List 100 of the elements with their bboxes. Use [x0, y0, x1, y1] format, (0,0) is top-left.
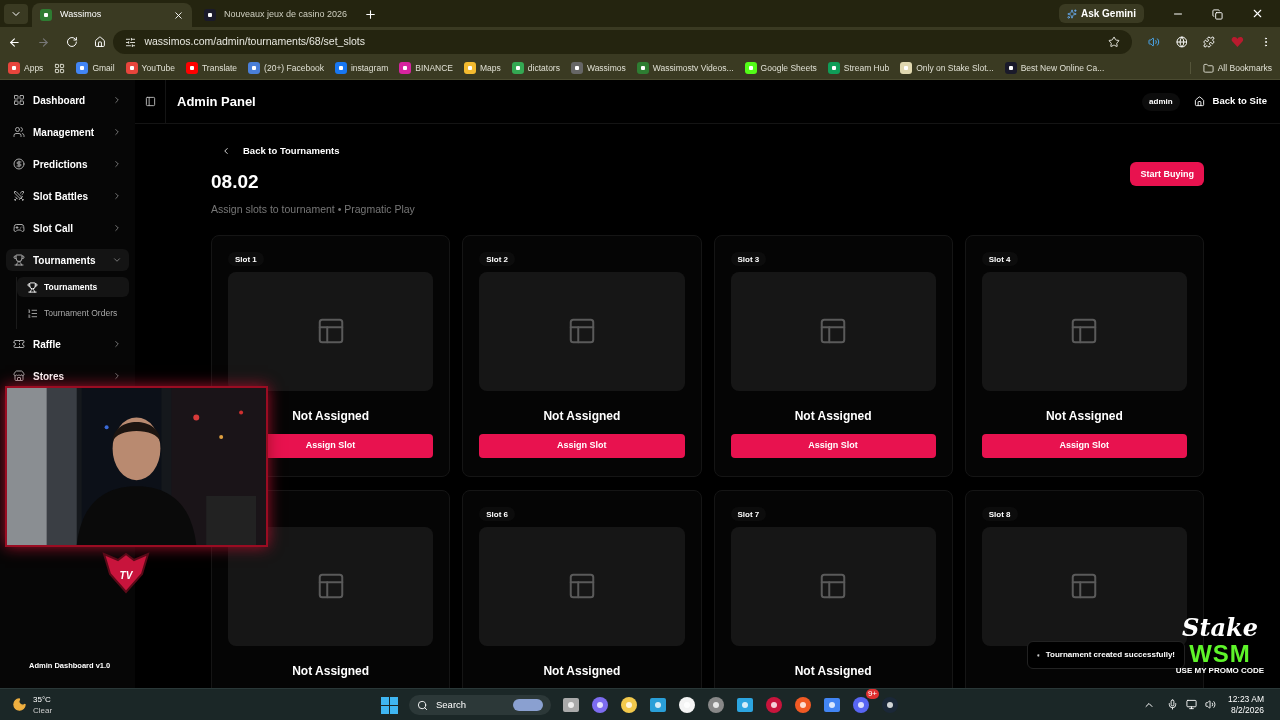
taskbar-app-icon[interactable]: [707, 696, 725, 714]
slot-label: Slot 2: [479, 251, 516, 266]
bookmark[interactable]: Wassimos: [586, 61, 626, 75]
sidebar-subitem[interactable]: Tournaments: [17, 277, 129, 297]
sparkle-icon: [1066, 8, 1077, 19]
back-icon[interactable]: [8, 35, 21, 49]
browser-tab[interactable]: Wassimos: [32, 3, 192, 27]
chevron-right-icon: [112, 223, 122, 233]
weather-condition: Clear: [33, 704, 53, 716]
back-link[interactable]: Back to Tournaments: [221, 144, 340, 159]
bookmark[interactable]: Google Sheets: [760, 61, 817, 75]
taskbar-app-icon[interactable]: [562, 696, 580, 714]
close-icon[interactable]: [1251, 7, 1264, 20]
address-bar[interactable]: wassimos.com/admin/tournaments/68/set_slots: [113, 30, 1132, 54]
taskbar-app-icon[interactable]: [649, 696, 667, 714]
taskbar-app-icon[interactable]: [591, 696, 609, 714]
bookmark[interactable]: Apps: [24, 61, 44, 75]
back-to-site-link[interactable]: Back to Site: [1193, 94, 1267, 109]
page-title: Admin Panel: [177, 92, 257, 111]
home-icon[interactable]: [93, 36, 106, 48]
coin-icon: [13, 158, 25, 170]
home-icon: [1193, 96, 1205, 107]
bookmark[interactable]: Stream Hub: [843, 61, 890, 75]
assign-slot-button[interactable]: Assign Slot: [479, 433, 685, 458]
bookmark[interactable]: Translate: [202, 61, 238, 75]
tab-list-button[interactable]: [4, 4, 28, 24]
taskbar-app-icon[interactable]: [823, 696, 841, 714]
ticket-icon: [13, 338, 25, 350]
sidebar-subitem[interactable]: Tournament Orders: [17, 303, 129, 323]
slot-status: Not Assigned: [543, 407, 621, 421]
taskbar-search-field[interactable]: Search: [409, 695, 551, 715]
speaker-icon[interactable]: [1205, 699, 1217, 710]
bookmark[interactable]: YouTube: [141, 61, 175, 75]
start-buying-button[interactable]: Start Buying: [1130, 162, 1204, 187]
clock-time: 12:23 AM: [1228, 693, 1264, 705]
taskbar-app-icon[interactable]: [852, 696, 870, 714]
extensions-icon[interactable]: [1203, 36, 1216, 48]
favicon-icon: [40, 9, 52, 21]
swords-icon: [13, 190, 25, 202]
slot-label: Slot 3: [730, 251, 767, 266]
folder-icon[interactable]: [1202, 62, 1214, 74]
bookmark[interactable]: BINANCE: [415, 61, 453, 75]
slot-label: Slot 1: [228, 251, 264, 266]
assign-slot-button[interactable]: Assign Slot: [981, 433, 1187, 458]
site-settings-icon[interactable]: [125, 36, 137, 48]
close-icon[interactable]: [173, 9, 184, 21]
all-bookmarks[interactable]: All Bookmarks: [1217, 61, 1272, 75]
globe-icon[interactable]: [1175, 36, 1188, 48]
slot-label: Slot 7: [730, 506, 767, 521]
bookmark[interactable]: Wassimostv Videos...: [652, 61, 734, 75]
grid-icon[interactable]: [54, 62, 66, 74]
network-icon[interactable]: [1186, 699, 1198, 710]
sound-icon[interactable]: [1147, 36, 1160, 48]
favicon-icon: [76, 62, 89, 74]
sidebar-item[interactable]: Management: [6, 121, 129, 143]
favicon-icon: [125, 62, 138, 74]
bookmark[interactable]: instagram: [350, 61, 389, 75]
sidebar-item[interactable]: Dashboard: [6, 89, 129, 111]
reload-icon[interactable]: [65, 36, 78, 48]
url-text: wassimos.com/admin/tournaments/68/set_slots: [144, 34, 366, 50]
taskbar-app-icon[interactable]: [620, 696, 638, 714]
sidebar-item[interactable]: Slot Battles: [6, 185, 129, 207]
slot-status: Not Assigned: [543, 662, 621, 676]
chevron-down-icon: [112, 255, 122, 265]
store-icon: [13, 370, 25, 382]
moon-icon: [12, 697, 27, 712]
sidebar-toggle-icon[interactable]: [144, 96, 156, 107]
restore-icon[interactable]: [1212, 9, 1223, 20]
taskbar-app-icon[interactable]: [678, 696, 696, 714]
list-icon: [27, 307, 38, 319]
slot-label: Slot 8: [981, 506, 1018, 521]
sidebar-item[interactable]: Stores: [6, 365, 129, 387]
taskbar-app-icon[interactable]: [736, 696, 754, 714]
slot-status: Not Assigned: [794, 407, 872, 421]
microphone-icon[interactable]: [1167, 699, 1179, 710]
sidebar-item[interactable]: Tournaments: [6, 249, 129, 271]
bookmark[interactable]: dictators: [527, 61, 560, 75]
assign-slot-button[interactable]: Assign Slot: [730, 433, 936, 458]
favicon-icon: [186, 62, 198, 74]
bookmark[interactable]: Maps: [480, 61, 501, 75]
promo-code-text: WSM: [1189, 642, 1251, 666]
ask-gemini-button[interactable]: Ask Gemini: [1058, 4, 1144, 23]
forward-icon[interactable]: [36, 35, 50, 49]
taskbar-app-icon[interactable]: [765, 696, 783, 714]
toast-message: Tournament created successfully!: [1045, 649, 1175, 661]
chevron-right-icon: [112, 95, 122, 105]
bookmark[interactable]: (20+) Facebook: [264, 61, 324, 75]
chevron-right-icon: [112, 159, 122, 169]
bookmark[interactable]: Only on Stake Slot...: [916, 61, 994, 75]
sidebar-item[interactable]: Slot Call: [6, 217, 129, 239]
star-icon[interactable]: [1107, 36, 1120, 48]
bookmark[interactable]: Best New Online Ca...: [1020, 61, 1105, 75]
new-tab-icon[interactable]: [364, 8, 377, 21]
bookmark[interactable]: Gmail: [92, 61, 115, 75]
favicon-icon: [570, 62, 583, 74]
sidebar-item[interactable]: Predictions: [6, 153, 129, 175]
taskbar-app-icon[interactable]: [881, 696, 899, 714]
windows-logo-icon[interactable]: [381, 696, 398, 714]
taskbar-app-icon[interactable]: [794, 696, 812, 714]
sidebar-item[interactable]: Raffle: [6, 333, 129, 355]
